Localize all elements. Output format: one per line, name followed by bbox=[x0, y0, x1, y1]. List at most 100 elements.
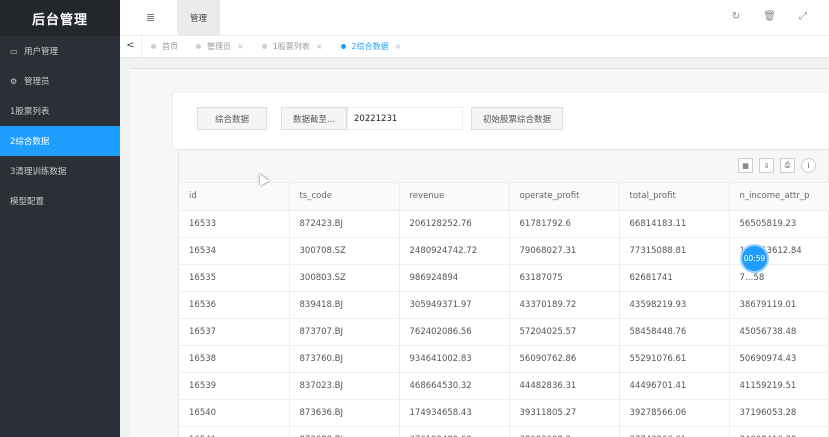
table-cell: 37743266.61 bbox=[619, 426, 730, 437]
close-icon[interactable]: × bbox=[316, 42, 323, 51]
content-area: 综合数据 数据截至... 20221231 初始股票综合数据 ▦ ⇩ ⎙ i i… bbox=[120, 58, 829, 437]
table-cell: 61781792.6 bbox=[509, 210, 620, 238]
table-cell: 37196053.28 bbox=[729, 399, 829, 427]
table-cell: 34008416.38 bbox=[729, 426, 829, 437]
sidebar-item-label: 用户管理 bbox=[24, 47, 59, 57]
sidebar-item-0[interactable]: ▭ 用户管理 bbox=[0, 36, 120, 66]
table-cell: 174934658.43 bbox=[399, 399, 510, 427]
table-cell: 45056738.48 bbox=[729, 318, 829, 346]
table-cell: 206128252.76 bbox=[399, 210, 510, 238]
close-icon[interactable]: × bbox=[395, 42, 402, 51]
tab-1[interactable]: 管理员 × bbox=[187, 36, 253, 58]
cutoff-label-button[interactable]: 数据截至... bbox=[281, 107, 347, 130]
table-row[interactable]: 16540 873636.BJ 174934658.43 39311805.27 392… bbox=[179, 399, 829, 427]
tab-scroll-left-icon[interactable]: < bbox=[120, 35, 142, 58]
tab-list: 首页 管理员 × 1股票列表 × 2综合数据 × bbox=[142, 36, 410, 58]
table-cell: 16537 bbox=[179, 318, 290, 346]
table-cell: 872423.BJ bbox=[289, 210, 400, 238]
column-header[interactable]: n_income_attr_p bbox=[729, 183, 829, 211]
cogs-icon: ⚙ bbox=[10, 76, 18, 86]
init-data-button[interactable]: 初始股票综合数据 bbox=[471, 107, 563, 130]
table-cell: 56090762.86 bbox=[509, 345, 620, 373]
table-cell: 43370189.72 bbox=[509, 291, 620, 319]
tab-2[interactable]: 1股票列表 × bbox=[253, 36, 332, 58]
table-cell: 2480924742.72 bbox=[399, 237, 510, 265]
table-row[interactable]: 16538 873760.BJ 934641002.83 56090762.86 552… bbox=[179, 345, 829, 373]
tab-dot-icon bbox=[261, 44, 267, 49]
top-bar: ≣ 管理 ↻ 🗑 ⤢ bbox=[120, 0, 829, 36]
table-row[interactable]: 16537 873707.BJ 762402086.56 57204025.57 584… bbox=[179, 318, 829, 346]
table-row[interactable]: 16536 839418.BJ 305949371.97 43370189.72 435… bbox=[179, 291, 829, 319]
table-cell: 873636.BJ bbox=[289, 399, 400, 427]
table-cell: 837023.BJ bbox=[289, 372, 400, 400]
date-input[interactable]: 20221231 bbox=[347, 107, 463, 130]
table-cell: 44496701.41 bbox=[619, 372, 730, 400]
tab-dot-icon bbox=[151, 44, 156, 49]
table-cell: 16534 bbox=[179, 237, 290, 265]
filter-panel: 综合数据 数据截至... 20221231 初始股票综合数据 bbox=[172, 92, 829, 150]
column-header[interactable]: revenue bbox=[399, 183, 510, 211]
table-row[interactable]: 16539 837023.BJ 468664530.32 44482836.31 444… bbox=[179, 372, 829, 400]
table-cell: 63187075 bbox=[509, 264, 620, 292]
content-inner: 综合数据 数据截至... 20221231 初始股票综合数据 ▦ ⇩ ⎙ i i… bbox=[130, 68, 829, 437]
table-row[interactable]: 16541873688.BJ376192489.6838603608.33774… bbox=[179, 426, 829, 437]
top-tab-manage[interactable]: 管理 bbox=[177, 0, 220, 36]
column-header[interactable]: ts_code bbox=[289, 183, 400, 211]
table-cell: 305949371.97 bbox=[399, 291, 510, 319]
table-cell: 56505819.23 bbox=[729, 210, 829, 238]
fullscreen-icon[interactable]: ⤢ bbox=[799, 11, 807, 22]
column-header[interactable]: operate_profit bbox=[509, 183, 620, 211]
sidebar-item-5[interactable]: 模型配置 bbox=[0, 186, 120, 216]
sidebar-item-4[interactable]: 3清理训练数据 bbox=[0, 156, 120, 186]
close-icon[interactable]: × bbox=[237, 42, 244, 51]
sidebar-item-1[interactable]: ⚙ 管理员 bbox=[0, 66, 120, 96]
top-right-tools: ↻ 🗑 ⤢ bbox=[732, 11, 807, 22]
info-icon[interactable]: i bbox=[801, 158, 816, 173]
table-cell: 44482836.31 bbox=[509, 372, 620, 400]
table-cell: 376192489.68 bbox=[399, 426, 510, 437]
table-cell: 934641002.83 bbox=[399, 345, 510, 373]
table-cell: 986924894 bbox=[399, 264, 510, 292]
print-icon[interactable]: ⎙ bbox=[780, 158, 795, 173]
table-cell: 50690974.43 bbox=[729, 345, 829, 373]
tab-label: 首页 bbox=[162, 42, 178, 51]
sidebar-item-3[interactable]: 2综合数据 bbox=[0, 126, 120, 156]
table-row[interactable]: 16535 300803.SZ 986924894 63187075 62681741 7… bbox=[179, 264, 829, 292]
column-header[interactable]: id bbox=[179, 183, 290, 211]
menu-toggle-icon[interactable]: ≣ bbox=[146, 11, 155, 24]
table-cell: 300803.SZ bbox=[289, 264, 400, 292]
table-cell: 16535 bbox=[179, 264, 290, 292]
table-cell: 762402086.56 bbox=[399, 318, 510, 346]
timer-badge: 00:59 bbox=[740, 244, 769, 273]
tab-label: 管理员 bbox=[207, 42, 231, 51]
table-cell: 38603608.3 bbox=[509, 426, 620, 437]
window-icon: ▭ bbox=[10, 46, 18, 56]
tab-0[interactable]: 首页 bbox=[142, 36, 187, 58]
table-cell: 66814183.11 bbox=[619, 210, 730, 238]
table-row[interactable]: 16533 872423.BJ 206128252.76 61781792.6 6681… bbox=[179, 210, 829, 238]
sidebar-item-2[interactable]: 1股票列表 bbox=[0, 96, 120, 126]
table-toolbar: ▦ ⇩ ⎙ i bbox=[179, 150, 828, 183]
table-header-row: id ts_code revenue operate_profit total_prof… bbox=[179, 183, 829, 211]
table-cell: 16536 bbox=[179, 291, 290, 319]
table-cell: 873688.BJ bbox=[289, 426, 400, 437]
sidebar-item-label: 2综合数据 bbox=[10, 137, 50, 147]
tab-3[interactable]: 2综合数据 × bbox=[332, 36, 411, 58]
table-row[interactable]: 16534 300708.SZ 2480924742.72 79068027.31 77… bbox=[179, 237, 829, 265]
export-icon[interactable]: ⇩ bbox=[759, 158, 774, 173]
table-body: 16533 872423.BJ 206128252.76 61781792.6 6681… bbox=[179, 210, 829, 437]
table-cell: 39311805.27 bbox=[509, 399, 620, 427]
table-cell: 16539 bbox=[179, 372, 290, 400]
refresh-icon[interactable]: ↻ bbox=[732, 11, 740, 22]
table-cell: 41159219.51 bbox=[729, 372, 829, 400]
table-cell: 468664530.32 bbox=[399, 372, 510, 400]
columns-icon[interactable]: ▦ bbox=[738, 158, 753, 173]
sidebar-item-label: 1股票列表 bbox=[10, 107, 50, 117]
column-header[interactable]: total_profit bbox=[619, 183, 730, 211]
zonghe-data-button[interactable]: 综合数据 bbox=[197, 107, 267, 130]
table-cell: 16541 bbox=[179, 426, 290, 437]
brand-title: 后台管理 bbox=[0, 0, 120, 36]
tab-dot-icon bbox=[196, 44, 201, 49]
trash-icon[interactable]: 🗑 bbox=[763, 11, 776, 22]
table-cell: 58458448.76 bbox=[619, 318, 730, 346]
